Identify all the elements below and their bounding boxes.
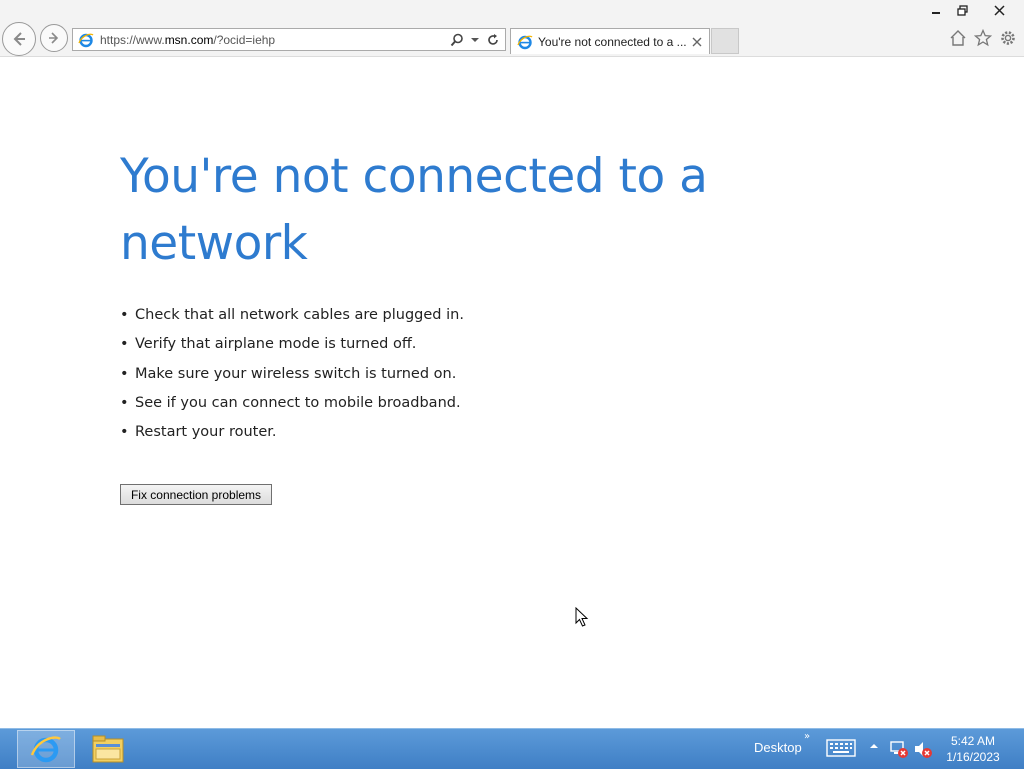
system-clock[interactable]: 5:42 AM 1/16/2023 — [940, 733, 1006, 765]
taskbar: Desktop » 5:42 AM 1/16/2023 — [0, 728, 1024, 769]
list-item-text: Make sure your wireless switch is turned… — [135, 365, 457, 382]
show-hidden-icons-icon[interactable] — [869, 741, 879, 751]
desktop-toolbar-label[interactable]: Desktop — [754, 740, 802, 755]
taskbar-file-explorer[interactable] — [79, 730, 137, 768]
url-prefix: https://www. — [100, 32, 165, 47]
search-icon[interactable] — [449, 32, 465, 48]
bullet: • — [120, 336, 129, 353]
taskbar-internet-explorer[interactable] — [17, 730, 75, 768]
favorites-star-icon[interactable] — [973, 28, 993, 48]
home-icon[interactable] — [948, 28, 968, 48]
restore-icon[interactable] — [950, 0, 974, 20]
network-disconnected-icon[interactable] — [889, 739, 909, 759]
list-item: • Check that all network cables are plugg… — [120, 301, 464, 330]
dropdown-arrow-icon[interactable] — [467, 32, 483, 48]
keyboard-icon[interactable] — [826, 739, 856, 757]
address-bar[interactable]: https://www.msn.com/?ocid=iehp — [72, 28, 506, 51]
list-item: • Verify that airplane mode is turned off… — [120, 330, 464, 359]
page-content: You're not connected to a network • Check… — [0, 57, 1024, 728]
clock-date: 1/16/2023 — [946, 750, 1000, 764]
bullet: • — [120, 307, 129, 323]
bullet: • — [120, 424, 129, 441]
back-arrow-icon — [13, 32, 25, 46]
close-window-icon[interactable] — [976, 0, 1022, 20]
tab-title: You're not connected to a ... — [538, 34, 687, 49]
file-explorer-icon — [92, 735, 124, 763]
active-tab[interactable]: You're not connected to a ... — [510, 28, 710, 54]
bullet: • — [120, 394, 129, 411]
list-item-text: Check that all network cables are plugge… — [135, 307, 464, 323]
troubleshooting-list: • Check that all network cables are plugg… — [120, 301, 464, 447]
tab-favicon-icon — [517, 35, 533, 49]
minimize-icon[interactable] — [924, 0, 948, 20]
address-url[interactable]: https://www.msn.com/?ocid=iehp — [100, 33, 449, 47]
settings-gear-icon[interactable] — [998, 28, 1018, 48]
list-item: • See if you can connect to mobile broadb… — [120, 389, 464, 418]
back-button[interactable] — [2, 22, 36, 56]
list-item: • Make sure your wireless switch is turne… — [120, 360, 464, 389]
bullet: • — [120, 365, 129, 382]
url-rest: /?ocid=iehp — [213, 32, 276, 47]
new-tab-button[interactable] — [711, 28, 739, 54]
volume-muted-icon[interactable] — [913, 739, 933, 759]
desktop-toolbar-chevron[interactable]: » — [804, 731, 810, 742]
refresh-icon[interactable] — [485, 32, 501, 48]
mouse-cursor-icon — [575, 607, 589, 627]
internet-explorer-icon — [30, 736, 61, 763]
browser-chrome: https://www.msn.com/?ocid=iehp You're no… — [0, 0, 1024, 57]
list-item: • Restart your router. — [120, 418, 464, 447]
list-item-text: Restart your router. — [135, 424, 277, 441]
forward-button[interactable] — [40, 24, 68, 52]
ie-favicon-icon — [78, 33, 94, 47]
page-title: You're not connected to a network — [120, 149, 708, 271]
url-domain: msn.com — [164, 32, 214, 47]
clock-time: 5:42 AM — [950, 734, 996, 748]
close-tab-icon[interactable] — [689, 34, 705, 50]
forward-arrow-icon — [49, 32, 59, 44]
list-item-text: Verify that airplane mode is turned off. — [135, 336, 417, 353]
fix-connection-button[interactable]: Fix connection problems — [120, 484, 272, 505]
list-item-text: See if you can connect to mobile broadba… — [135, 394, 461, 411]
